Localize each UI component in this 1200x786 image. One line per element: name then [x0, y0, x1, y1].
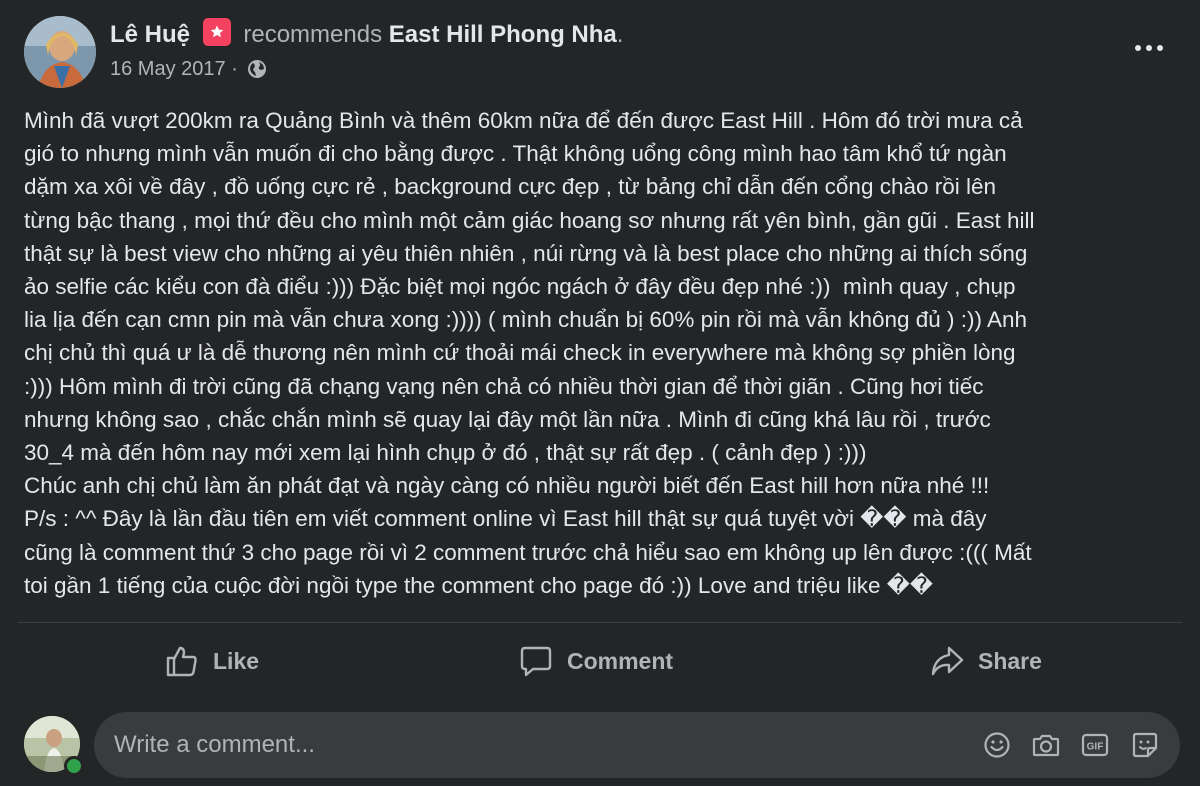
- sticker-icon[interactable]: [1130, 730, 1160, 760]
- like-label: Like: [213, 647, 260, 674]
- comment-placeholder: Write a comment...: [114, 731, 315, 758]
- gif-icon[interactable]: GIF: [1080, 730, 1110, 760]
- comment-bubble-icon: [520, 646, 552, 677]
- comment-input[interactable]: Write a comment... GIF: [94, 712, 1180, 778]
- post-body-text: Mình đã vượt 200km ra Quảng Bình và thêm…: [24, 108, 1035, 598]
- post-date[interactable]: 16 May 2017: [110, 58, 226, 80]
- actions-divider: [18, 622, 1182, 623]
- author-name[interactable]: Lê Huệ: [110, 21, 190, 48]
- recommendation-post: Lê Huệ recommends East Hill Phong Nha. 1…: [0, 0, 1200, 786]
- comment-button[interactable]: Comment: [519, 638, 673, 684]
- page-name-link[interactable]: East Hill Phong Nha: [389, 21, 617, 48]
- current-user-avatar[interactable]: [24, 716, 84, 776]
- recommends-text: recommends: [243, 21, 383, 48]
- comment-label: Comment: [567, 647, 674, 674]
- thumbs-up-icon: [166, 646, 197, 677]
- share-button[interactable]: Share: [930, 638, 1042, 684]
- share-label: Share: [978, 647, 1042, 674]
- more-options-button[interactable]: [1132, 38, 1166, 58]
- page-name-suffix: .: [616, 21, 624, 48]
- more-dots-icon: [1135, 45, 1163, 51]
- online-status-dot: [64, 756, 84, 776]
- like-button[interactable]: Like: [165, 638, 259, 684]
- meta-separator: ·: [231, 58, 238, 80]
- svg-text:GIF: GIF: [1087, 742, 1104, 753]
- author-avatar[interactable]: [24, 16, 96, 88]
- share-arrow-icon: [931, 646, 964, 676]
- camera-icon[interactable]: [1031, 730, 1061, 760]
- recommend-icon: [202, 18, 231, 46]
- post-meta: 16 May 2017 ·: [110, 56, 267, 86]
- globe-icon: [247, 59, 267, 86]
- emoji-icon[interactable]: [982, 730, 1012, 760]
- post-header: Lê Huệ recommends East Hill Phong Nha.: [110, 18, 623, 51]
